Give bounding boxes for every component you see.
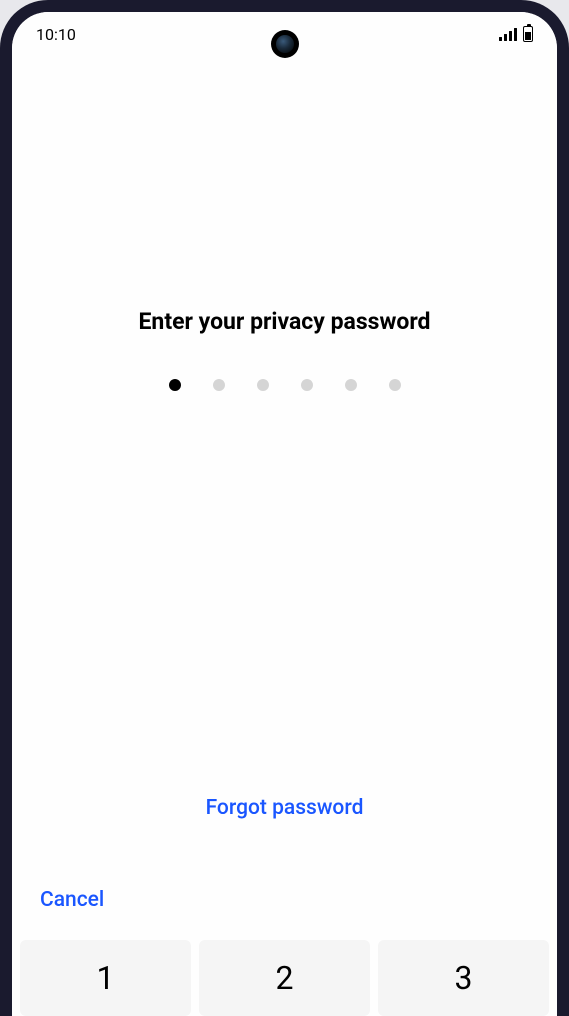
signal-icon [499,27,517,41]
pin-dots [12,379,557,391]
numeric-keypad: 123 [12,940,557,1016]
cancel-button[interactable]: Cancel [40,888,104,912]
prompt-title: Enter your privacy password [12,308,557,335]
camera-lens [276,35,294,53]
keypad-key-3[interactable]: 3 [378,940,549,1016]
status-icons [499,26,533,42]
status-time: 10:10 [36,25,76,44]
pin-dot [345,379,357,391]
pin-dot [213,379,225,391]
prompt-section: Enter your privacy password [12,56,557,391]
pin-dot [389,379,401,391]
battery-icon [523,26,533,42]
content: Enter your privacy password Forgot passw… [12,56,557,1016]
pin-dot [257,379,269,391]
keypad-key-1[interactable]: 1 [20,940,191,1016]
pin-dot [301,379,313,391]
forgot-password-link[interactable]: Forgot password [12,796,557,820]
camera-cutout [271,30,299,58]
pin-dot [169,379,181,391]
device-frame: 10:10 Enter your privacy password Forg [0,0,569,1016]
screen: 10:10 Enter your privacy password Forg [12,12,557,1016]
cancel-row: Cancel [12,888,557,912]
keypad-key-2[interactable]: 2 [199,940,370,1016]
spacer [12,391,557,796]
